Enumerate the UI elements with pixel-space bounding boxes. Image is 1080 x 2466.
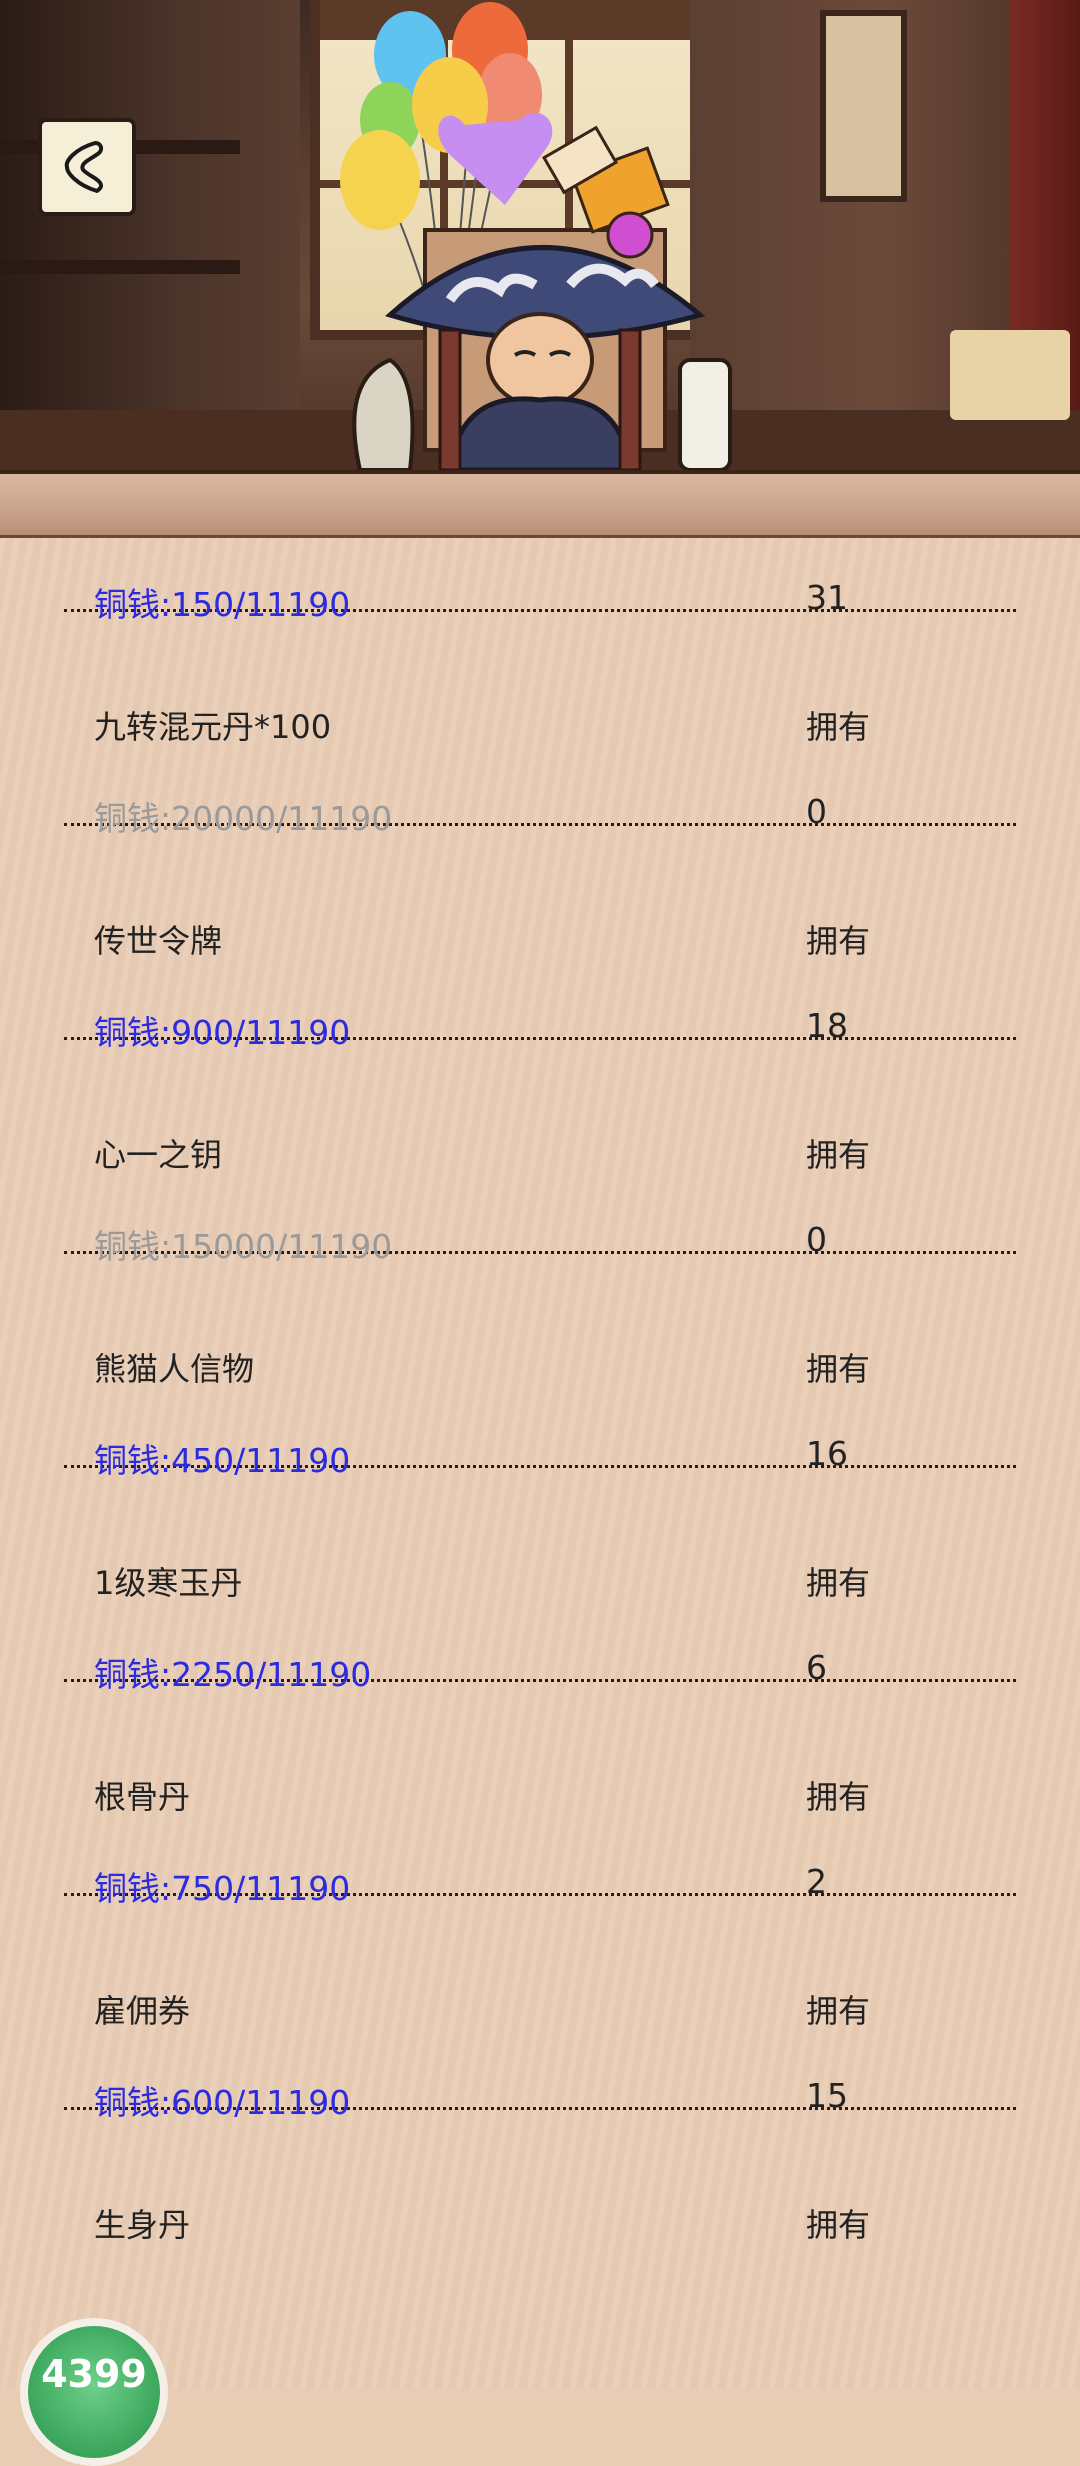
own-label: 拥有 <box>806 1350 871 1388</box>
own-label: 拥有 <box>806 922 871 960</box>
header-plank-divider <box>0 470 1080 538</box>
badge-label: 4399 <box>41 2352 147 2396</box>
list-item[interactable]: 熊猫人信物 拥有 铜钱:450/11190 16 <box>64 1254 1016 1480</box>
wall-left <box>0 0 300 470</box>
list-item[interactable]: 九转混元丹*100 拥有 铜钱:20000/11190 0 <box>64 612 1016 838</box>
list-item[interactable]: 根骨丹 拥有 铜钱:750/11190 2 <box>64 1682 1016 1908</box>
item-name: 传世令牌 <box>94 922 223 960</box>
list-item[interactable]: 心一之钥 拥有 铜钱:15000/11190 0 <box>64 1040 1016 1266</box>
item-name: 熊猫人信物 <box>94 1350 255 1388</box>
own-label: 拥有 <box>806 708 871 746</box>
item-name: 心一之钥 <box>94 1136 223 1174</box>
item-name: 九转混元丹*100 <box>94 708 332 746</box>
list-item[interactable]: 雇佣券 拥有 铜钱:600/11190 15 <box>64 1896 1016 2122</box>
item-name: 根骨丹 <box>94 1778 191 1816</box>
paper-stack <box>950 330 1070 420</box>
balloon-yellow2 <box>340 130 420 230</box>
shop-header-scene <box>0 0 1080 470</box>
list-item[interactable]: 拥有 铜钱:150/11190 31 <box>64 538 1016 624</box>
back-button[interactable] <box>38 118 136 216</box>
merchant-illustration <box>340 2 732 470</box>
list-item[interactable]: 1级寒玉丹 拥有 铜钱:2250/11190 6 <box>64 1468 1016 1694</box>
own-label: 拥有 <box>806 1992 871 2030</box>
own-label: 拥有 <box>806 1136 871 1174</box>
item-name: 雇佣券 <box>94 1992 191 2030</box>
wall-painting <box>820 10 907 202</box>
item-name: 1级寒玉丹 <box>94 1564 243 1602</box>
4399-floating-badge[interactable]: 4399 <box>20 2318 168 2466</box>
own-label: 拥有 <box>806 2206 871 2244</box>
list-item[interactable]: 传世令牌 拥有 铜钱:900/11190 18 <box>64 826 1016 1052</box>
list-item[interactable]: 生身丹 拥有 <box>64 2110 1016 2324</box>
balloon-heart <box>438 112 553 205</box>
shop-item-list-inner: 拥有 铜钱:150/11190 31 九转混元丹*100 拥有 铜钱:20000… <box>0 538 1080 2324</box>
own-label: 拥有 <box>806 1564 871 1602</box>
item-name: 生身丹 <box>94 2206 191 2244</box>
back-chevron-icon <box>64 141 104 193</box>
own-label: 拥有 <box>806 1778 871 1816</box>
shelf <box>0 260 240 274</box>
shop-item-list[interactable]: 拥有 铜钱:150/11190 31 九转混元丹*100 拥有 铜钱:20000… <box>0 538 1080 2388</box>
